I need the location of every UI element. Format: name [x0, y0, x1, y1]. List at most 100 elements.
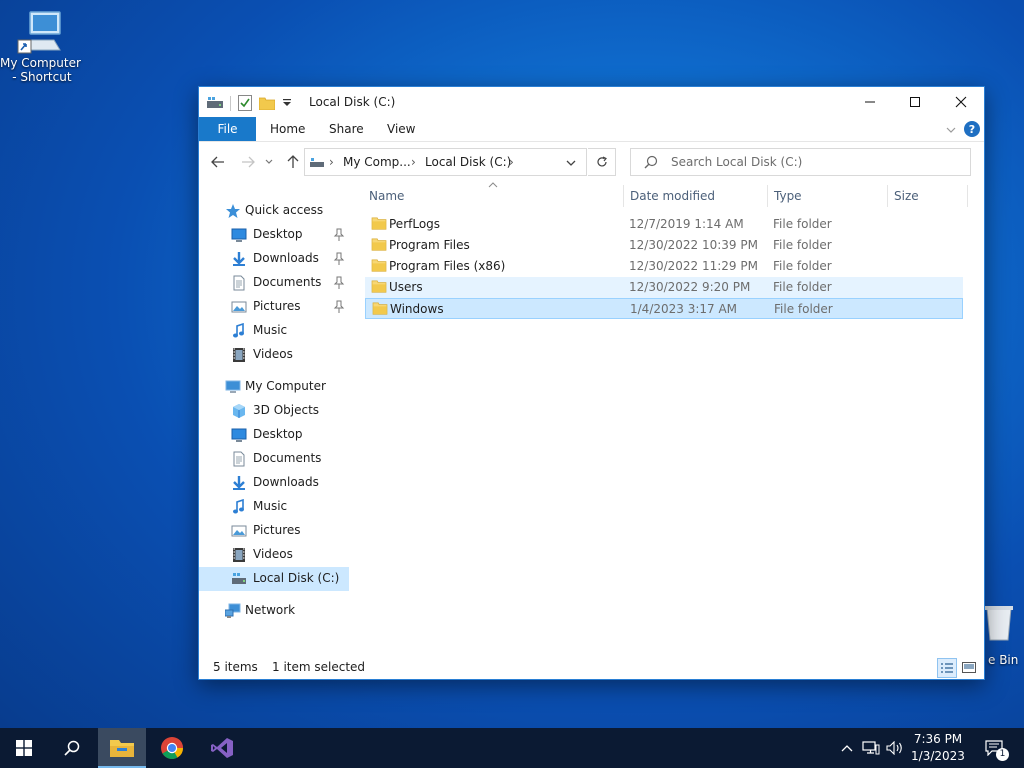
desktop-recycle-bin[interactable]: e Bin	[984, 604, 1024, 667]
recent-locations-button[interactable]	[263, 153, 275, 171]
taskbar-file-explorer[interactable]	[98, 728, 146, 768]
properties-icon[interactable]	[238, 95, 252, 111]
file-row[interactable]: Program Files (x86) 12/30/2022 11:29 PM Fi…	[365, 256, 963, 277]
desktop-my-computer-shortcut[interactable]: My Computer - Shortcut	[0, 10, 81, 84]
help-icon[interactable]: ?	[964, 121, 980, 137]
nav-my-computer[interactable]: My Computer	[199, 375, 349, 399]
sidebar-item-desktop[interactable]: Desktop	[199, 423, 349, 447]
pin-icon[interactable]	[333, 300, 345, 314]
system-clock[interactable]: 7:36 PM 1/3/2023	[908, 731, 968, 765]
back-button[interactable]	[209, 153, 227, 171]
volume-button[interactable]	[884, 728, 906, 768]
column-separator[interactable]	[767, 185, 768, 207]
forward-button[interactable]	[239, 153, 257, 171]
pin-icon[interactable]	[333, 252, 345, 266]
sidebar-item-videos[interactable]: Videos	[199, 343, 349, 367]
window-title: Local Disk (C:)	[309, 95, 396, 109]
nav-network[interactable]: Network	[199, 599, 349, 623]
sidebar-item-music[interactable]: Music	[199, 319, 349, 343]
downloads-icon	[233, 252, 245, 266]
column-separator[interactable]	[623, 185, 624, 207]
breadcrumb-separator[interactable]: ›	[411, 155, 416, 169]
nav-label: Quick access	[245, 203, 324, 217]
drive-icon	[207, 97, 223, 108]
file-row[interactable]: Users 12/30/2022 9:20 PM File folder	[365, 277, 963, 298]
file-type: File folder	[773, 217, 832, 231]
chevron-down-icon[interactable]	[566, 159, 576, 167]
nav-label: Music	[253, 323, 288, 337]
nav-label: Videos	[253, 547, 293, 561]
pin-icon[interactable]	[333, 276, 345, 290]
column-header-type[interactable]: Type	[774, 181, 802, 211]
arrow-up-icon	[287, 155, 299, 168]
show-hidden-icons-button[interactable]	[838, 728, 856, 768]
search-input[interactable]: Search Local Disk (C:)	[630, 148, 971, 176]
details-view-icon	[941, 663, 953, 673]
desktop-icon-label: e Bin	[988, 653, 1019, 667]
action-center-button[interactable]: 1	[980, 728, 1009, 768]
tab-file[interactable]: File	[199, 117, 256, 141]
sidebar-item-videos[interactable]: Videos	[199, 543, 349, 567]
file-row[interactable]: Windows 1/4/2023 3:17 AM File folder	[365, 298, 963, 319]
search-icon	[64, 740, 80, 756]
folder-icon	[372, 302, 388, 315]
close-button[interactable]	[938, 87, 984, 117]
pictures-icon	[231, 525, 247, 537]
nav-label: Documents	[253, 451, 322, 465]
nav-label: My Computer	[245, 379, 326, 393]
details-view-button[interactable]	[937, 658, 957, 678]
search-button[interactable]	[48, 728, 96, 768]
minimize-button[interactable]	[847, 87, 893, 117]
sidebar-item-3d-objects[interactable]: 3D Objects	[199, 399, 349, 423]
sidebar-item-downloads[interactable]: Downloads	[199, 471, 349, 495]
start-button[interactable]	[0, 728, 48, 768]
sidebar-item-downloads[interactable]: Downloads	[199, 247, 349, 271]
tab-share[interactable]: Share	[329, 117, 364, 141]
address-row: › My Comp... › Local Disk (C:) › Search …	[199, 142, 984, 180]
taskbar-visual-studio[interactable]	[198, 728, 246, 768]
refresh-button[interactable]	[588, 148, 616, 176]
breadcrumb-separator[interactable]: ›	[329, 155, 334, 169]
sidebar-item-music[interactable]: Music	[199, 495, 349, 519]
folder-icon	[371, 217, 387, 230]
tab-view[interactable]: View	[387, 117, 415, 141]
tab-home[interactable]: Home	[270, 117, 305, 141]
up-button[interactable]	[284, 153, 302, 171]
sidebar-item-pictures[interactable]: Pictures	[199, 519, 349, 543]
network-status-button[interactable]	[860, 728, 882, 768]
breadcrumb-my-computer[interactable]: My Comp...	[343, 155, 411, 169]
nav-label: Music	[253, 499, 288, 513]
chevron-down-icon[interactable]	[945, 124, 957, 136]
clock-time: 7:36 PM	[913, 732, 963, 746]
maximize-button[interactable]	[892, 87, 938, 117]
search-icon	[644, 155, 658, 169]
column-header-size[interactable]: Size	[894, 181, 919, 211]
sidebar-item-documents[interactable]: Documents	[199, 447, 349, 471]
pin-icon[interactable]	[333, 228, 345, 242]
column-separator[interactable]	[887, 185, 888, 207]
column-separator[interactable]	[967, 185, 968, 207]
file-row[interactable]: PerfLogs 12/7/2019 1:14 AM File folder	[365, 214, 963, 235]
nav-quick-access[interactable]: Quick access	[199, 199, 349, 223]
title-bar[interactable]: Local Disk (C:)	[199, 87, 984, 117]
new-folder-icon[interactable]	[259, 96, 275, 110]
close-icon	[955, 96, 967, 108]
file-explorer-icon	[110, 740, 134, 757]
notification-badge: 1	[996, 748, 1009, 761]
large-icons-view-button[interactable]	[959, 658, 979, 678]
breadcrumb-separator[interactable]: ›	[509, 155, 514, 169]
column-header-name[interactable]: Name	[369, 181, 404, 211]
address-bar[interactable]: › My Comp... › Local Disk (C:) ›	[304, 148, 587, 176]
file-row[interactable]: Program Files 12/30/2022 10:39 PM File fol…	[365, 235, 963, 256]
sidebar-item-desktop[interactable]: Desktop	[199, 223, 349, 247]
taskbar-chrome[interactable]	[148, 728, 196, 768]
sidebar-item-local-disk-c[interactable]: Local Disk (C:)	[199, 567, 349, 591]
desktop-icon-label: My Computer - Shortcut	[0, 56, 81, 84]
sidebar-item-documents[interactable]: Documents	[199, 271, 349, 295]
music-icon	[233, 323, 244, 338]
file-type: File folder	[773, 259, 832, 273]
breadcrumb-local-disk[interactable]: Local Disk (C:)	[425, 155, 511, 169]
column-header-date-modified[interactable]: Date modified	[630, 181, 715, 211]
chevron-down-icon[interactable]	[282, 98, 292, 108]
sidebar-item-pictures[interactable]: Pictures	[199, 295, 349, 319]
